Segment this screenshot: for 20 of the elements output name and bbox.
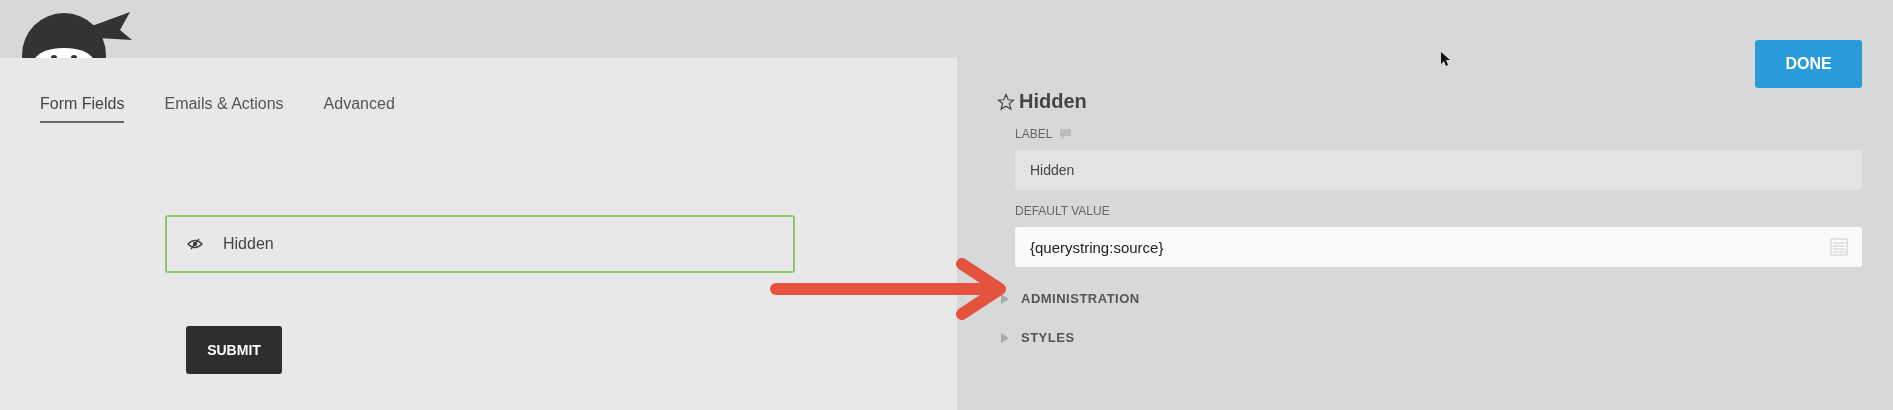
- expand-triangle-icon[interactable]: [1001, 332, 1009, 343]
- star-icon[interactable]: [997, 92, 1015, 111]
- tab[interactable]: Advanced: [323, 94, 395, 123]
- hidden-eye-icon: [187, 238, 203, 250]
- field-label: Hidden: [223, 235, 274, 253]
- merge-tags-icon[interactable]: [1830, 238, 1848, 256]
- submit-button[interactable]: SUBMIT: [186, 326, 282, 374]
- setting-label: LABEL: [1015, 127, 1053, 141]
- text-field[interactable]: {querystring:source}: [1015, 227, 1862, 267]
- section-header[interactable]: ADMINISTRATION: [1021, 291, 1140, 306]
- tab[interactable]: Form Fields: [40, 94, 125, 123]
- section-header[interactable]: STYLES: [1021, 330, 1075, 345]
- text-field[interactable]: Hidden: [1015, 150, 1862, 190]
- expand-triangle-icon[interactable]: [1001, 293, 1009, 304]
- settings-title: Hidden: [1019, 90, 1087, 113]
- mouse-cursor-icon: [1441, 52, 1451, 67]
- tab[interactable]: Emails & Actions: [164, 94, 284, 123]
- help-bubble-icon[interactable]: [1060, 128, 1072, 140]
- setting-label: DEFAULT VALUE: [1015, 204, 1110, 218]
- form-field[interactable]: Hidden: [165, 215, 795, 273]
